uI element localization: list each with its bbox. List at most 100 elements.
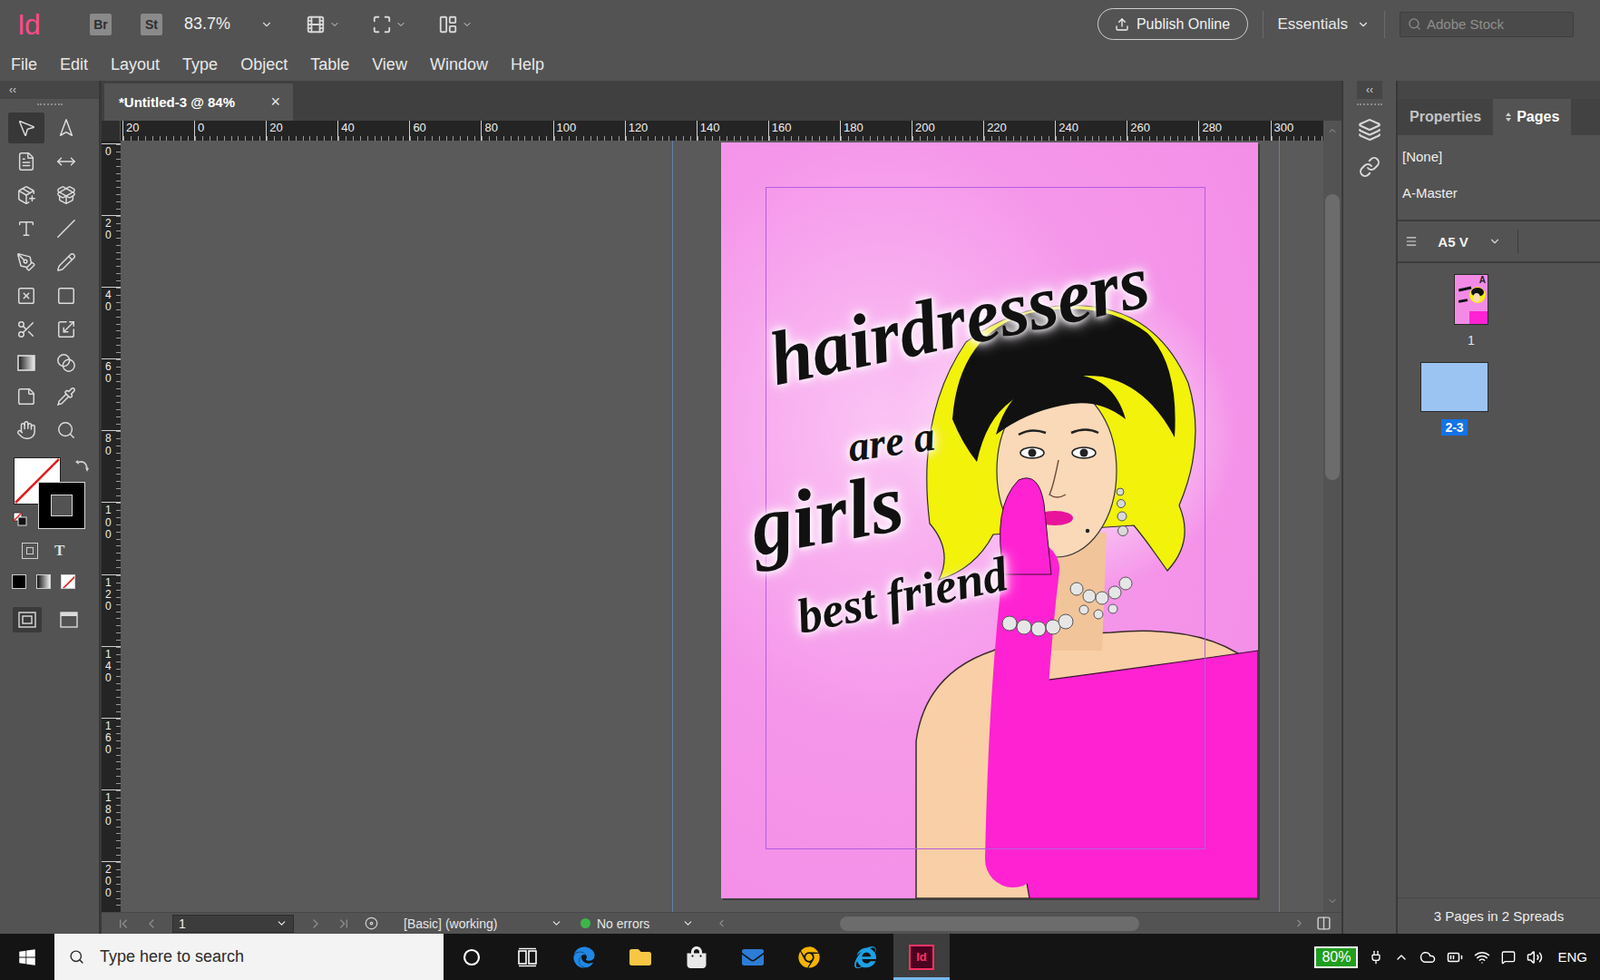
menu-item[interactable]: Type <box>182 55 218 75</box>
preflight-errors-dropdown[interactable]: No errors <box>580 916 694 931</box>
menu-item[interactable]: Object <box>240 55 288 75</box>
master-item[interactable]: [None] <box>1397 137 1600 175</box>
format-text-button[interactable]: T <box>54 541 65 560</box>
menu-item[interactable]: Table <box>310 55 350 75</box>
taskbar-app[interactable] <box>556 933 613 980</box>
document-page[interactable]: hairdressersare agirlsbest friend <box>721 142 1259 898</box>
preflight-button[interactable] <box>357 913 386 934</box>
horizontal-scrollbar[interactable] <box>715 916 1306 931</box>
preview-mode-button[interactable] <box>54 606 84 633</box>
page-size-label[interactable]: A5 V <box>1426 234 1480 250</box>
first-page-button[interactable] <box>108 913 137 934</box>
apply-gradient-button[interactable] <box>36 574 51 589</box>
chevron-down-icon[interactable] <box>395 19 407 30</box>
default-colors-icon[interactable] <box>12 511 28 527</box>
horizontal-ruler[interactable]: 2002040608010012014016018020022024026028… <box>120 120 1324 141</box>
close-tab-button[interactable]: × <box>270 92 281 112</box>
tool-button[interactable] <box>48 213 85 244</box>
tool-button[interactable] <box>8 313 45 345</box>
tool-button[interactable] <box>48 380 85 412</box>
swap-arrow-icon[interactable] <box>74 457 91 474</box>
chevron-down-icon[interactable] <box>461 19 473 30</box>
document-tab[interactable]: *Untitled-3 @ 84%× <box>104 83 293 121</box>
links-panel-button[interactable] <box>1358 148 1381 186</box>
cloud-icon[interactable] <box>1419 948 1436 966</box>
tool-button[interactable] <box>48 313 85 345</box>
master-item[interactable]: A-Master <box>1397 174 1600 211</box>
zoom-dropdown[interactable]: 83.7% <box>184 14 274 34</box>
arrange-documents-dropdown[interactable] <box>438 14 473 35</box>
tool-button[interactable] <box>8 112 45 144</box>
menu-item[interactable]: File <box>10 55 38 75</box>
scroll-down-button[interactable] <box>1326 895 1338 907</box>
tool-button[interactable] <box>8 414 45 446</box>
screen-mode-dropdown[interactable] <box>371 14 407 35</box>
tool-button[interactable] <box>48 280 85 312</box>
menu-item[interactable]: Layout <box>110 55 160 75</box>
scroll-left-icon[interactable] <box>715 917 728 929</box>
preflight-profile-dropdown[interactable]: [Basic] (working) <box>403 916 563 931</box>
tool-button[interactable] <box>8 179 45 211</box>
grip-icon[interactable] <box>1404 234 1418 248</box>
tool-button[interactable] <box>48 112 85 144</box>
chevron-down-icon[interactable] <box>329 19 341 30</box>
scroll-up-button[interactable] <box>1323 120 1342 141</box>
screen-mode-icon[interactable] <box>371 14 392 35</box>
chevron-down-icon[interactable] <box>1488 234 1502 248</box>
wifi-icon[interactable] <box>1473 948 1491 966</box>
ruler-origin[interactable] <box>101 120 121 141</box>
taskbar-search[interactable]: Type here to search <box>54 933 444 980</box>
input-language[interactable]: ENG <box>1557 948 1588 965</box>
tool-button[interactable] <box>48 246 85 278</box>
tool-button[interactable] <box>48 414 85 446</box>
menu-item[interactable]: Help <box>510 55 545 75</box>
pasteboard[interactable]: hairdressersare agirlsbest friend <box>120 140 1324 912</box>
next-page-button[interactable] <box>301 913 330 934</box>
start-button[interactable] <box>0 933 55 980</box>
scroll-right-icon[interactable] <box>1293 917 1306 929</box>
battery-icon[interactable] <box>1446 948 1464 966</box>
scroll-thumb[interactable] <box>1325 194 1340 480</box>
menu-item[interactable]: View <box>371 55 408 75</box>
menu-item[interactable]: Window <box>429 55 488 75</box>
menu-item[interactable]: Edit <box>59 55 88 75</box>
page-number-label[interactable]: 2-3 <box>1441 419 1467 436</box>
tool-button[interactable] <box>48 347 85 379</box>
panel-grip[interactable] <box>37 103 63 108</box>
taskbar-app[interactable]: Id <box>893 933 950 980</box>
tool-button[interactable] <box>8 213 45 244</box>
panel-tab[interactable]: Properties <box>1397 98 1493 136</box>
zoom-value[interactable]: 83.7% <box>184 14 257 34</box>
page-thumbnail[interactable]: A <box>1453 273 1489 325</box>
chevron-down-icon[interactable] <box>260 18 274 31</box>
panel-collapse-bar[interactable]: ‹‹ <box>1356 80 1383 99</box>
tool-button[interactable] <box>8 380 45 412</box>
view-options-dropdown[interactable] <box>305 14 341 35</box>
vertical-scrollbar[interactable] <box>1323 140 1342 912</box>
page-number-field[interactable]: 1 <box>172 914 294 933</box>
notification-icon[interactable] <box>1501 949 1516 965</box>
stroke-swatch[interactable] <box>39 482 85 528</box>
page-number-label[interactable]: 1 <box>1463 331 1479 349</box>
apply-none-button[interactable] <box>60 574 76 589</box>
taskbar-app[interactable] <box>612 933 669 980</box>
tool-button[interactable] <box>8 280 45 312</box>
taskbar-app[interactable] <box>724 933 781 980</box>
taskbar-app[interactable] <box>499 933 557 980</box>
battery-indicator[interactable]: 80% <box>1314 946 1358 968</box>
format-container-button[interactable] <box>21 542 39 559</box>
panel-collapse-bar[interactable]: ‹‹ <box>0 80 99 99</box>
volume-icon[interactable] <box>1526 948 1543 966</box>
stock-search-field[interactable]: Adobe Stock <box>1399 11 1574 38</box>
view-options-icon[interactable] <box>305 14 326 35</box>
plug-icon[interactable] <box>1368 949 1384 965</box>
page-thumbnail[interactable] <box>1420 361 1489 412</box>
tool-button[interactable] <box>48 146 85 177</box>
tool-button[interactable] <box>8 246 45 278</box>
tool-button[interactable] <box>8 146 45 177</box>
panel-tab[interactable]: Pages <box>1492 98 1571 136</box>
apply-color-button[interactable] <box>11 574 27 589</box>
taskbar-app[interactable] <box>837 933 894 980</box>
normal-view-button[interactable] <box>12 606 42 633</box>
arrange-documents-icon[interactable] <box>438 14 459 35</box>
